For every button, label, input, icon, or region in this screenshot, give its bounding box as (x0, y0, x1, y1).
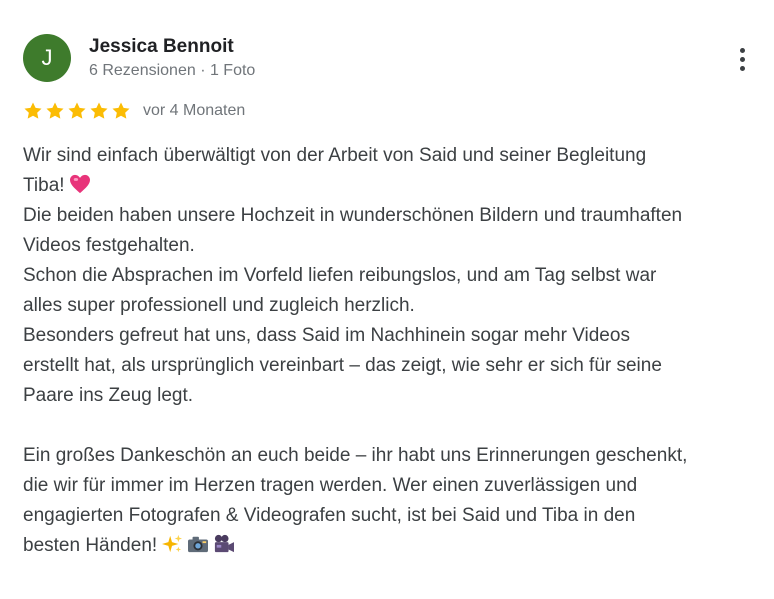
more-vertical-icon (739, 65, 745, 71)
more-options-button[interactable] (726, 42, 758, 76)
like-icon[interactable]: ⌒⌒ (23, 589, 51, 599)
star-rating (23, 101, 131, 121)
reviewer-name[interactable]: Jessica Bennoit (89, 36, 234, 58)
review-text: Wir sind einfach überwältigt von der Arb… (23, 141, 763, 561)
review-time: vor 4 Monaten (143, 102, 246, 119)
avatar[interactable]: J (23, 34, 71, 82)
review-text-opening: Wir sind einfach überwältigt von der Arb… (23, 145, 647, 196)
star-icon (112, 102, 130, 119)
more-vertical-icon (739, 56, 745, 62)
star-icon (68, 102, 86, 119)
camera-emoji-icon (187, 534, 209, 554)
star-icon (90, 102, 108, 119)
star-icon (24, 102, 42, 119)
more-vertical-icon (739, 47, 745, 53)
heart-emoji-icon (69, 174, 91, 194)
star-icon (46, 102, 64, 119)
sparkles-emoji-icon (161, 534, 183, 554)
movie-camera-emoji-icon (213, 534, 235, 554)
review-text-body: Die beiden haben unsere Hochzeit in wund… (23, 205, 688, 556)
reviewer-meta: 6 Rezensionen · 1 Foto (89, 62, 256, 79)
rating-row: vor 4 Monaten (23, 100, 245, 122)
